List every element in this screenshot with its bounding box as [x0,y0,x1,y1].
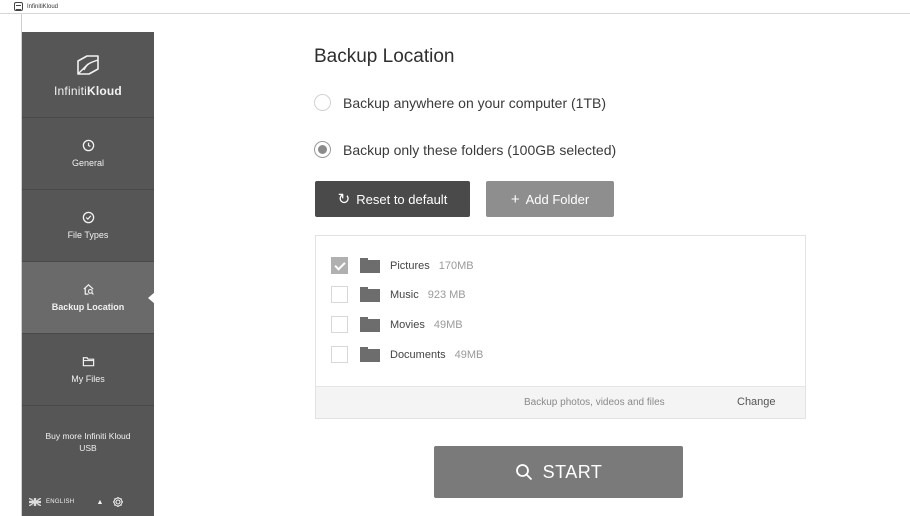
sidebar-item-label: Backup Location [51,302,125,312]
window-titlebar: InfinitiKloud [0,0,910,14]
infinitikloud-logo-icon [77,54,99,75]
folder-icon [82,357,94,367]
folder-icon [360,347,380,362]
clock-icon [82,139,94,152]
list-item-documents[interactable]: Documents 49MB [331,346,483,363]
buy-more-link[interactable]: Buy more Infiniti Kloud USB [22,406,154,478]
start-button-label: START [542,461,603,482]
reset-button-label: Reset to default [356,191,448,207]
main-content: Backup Location Backup anywhere on your … [154,14,910,516]
folder-icon [360,317,380,332]
list-item-music[interactable]: Music 923 MB [331,286,466,303]
folder-icon [360,258,380,273]
reset-to-default-button[interactable]: ↻ Reset to default [315,181,470,217]
option-backup-anywhere[interactable]: Backup anywhere on your computer (1TB) [314,94,606,111]
sidebar: InfinitiKloud General File Types Backup … [22,32,155,516]
gear-icon[interactable] [112,496,124,508]
change-link[interactable]: Change [737,396,776,408]
folder-name: Movies [390,318,425,331]
start-button[interactable]: START [434,446,683,498]
option-label: Backup only these folders (100GB selecte… [343,141,617,158]
search-icon [515,464,532,481]
radio-button[interactable] [314,141,331,158]
page-title: Backup Location [314,46,455,67]
folder-size: 923 MB [427,288,466,301]
uk-flag-icon [29,498,41,506]
add-folder-label: Add Folder [525,191,590,207]
radio-button[interactable] [314,94,331,111]
folder-size: 170MB [438,259,474,272]
list-item-movies[interactable]: Movies 49MB [331,316,463,333]
sidebar-item-general[interactable]: General [22,118,154,190]
checkbox[interactable] [331,257,348,274]
sidebar-logo[interactable]: InfinitiKloud [22,32,154,118]
folder-list-panel: Pictures 170MB Music 923 MB Movies 49MB … [315,235,806,419]
folder-size: 49MB [454,348,484,361]
checkbox[interactable] [331,316,348,333]
app-icon [14,2,23,11]
sidebar-footer: ENGLISH ▲ [22,488,154,516]
sidebar-item-label: File Types [67,230,109,240]
sidebar-item-my-files[interactable]: My Files [22,334,154,406]
folder-name: Documents [390,348,446,361]
window-left-border [0,14,22,516]
language-label[interactable]: ENGLISH [46,499,74,505]
caret-up-icon[interactable]: ▲ [96,499,103,506]
house-search-icon [82,284,94,295]
sidebar-item-label: My Files [71,374,105,384]
add-folder-button[interactable]: + Add Folder [486,181,614,217]
option-backup-folders[interactable]: Backup only these folders (100GB selecte… [314,141,616,158]
list-item-pictures[interactable]: Pictures 170MB [331,257,474,274]
sidebar-item-file-types[interactable]: File Types [22,190,154,262]
folder-size: 49MB [433,318,463,331]
brand-name: InfinitiKloud [54,83,122,98]
sidebar-item-label: General [71,158,105,168]
plus-icon: + [510,190,520,208]
checkbox[interactable] [331,286,348,303]
folder-name: Pictures [390,259,430,272]
footer-hint: Backup photos, videos and files [524,397,665,408]
checkbox[interactable] [331,346,348,363]
reset-icon: ↻ [337,191,351,208]
folder-name: Music [390,288,419,301]
option-label: Backup anywhere on your computer (1TB) [343,94,607,111]
folder-panel-footer: Backup photos, videos and files Change [316,386,805,418]
check-circle-icon [82,211,94,224]
window-title: InfinitiKloud [27,3,59,10]
sidebar-item-backup-location[interactable]: Backup Location [22,262,155,334]
folder-icon [360,287,380,302]
